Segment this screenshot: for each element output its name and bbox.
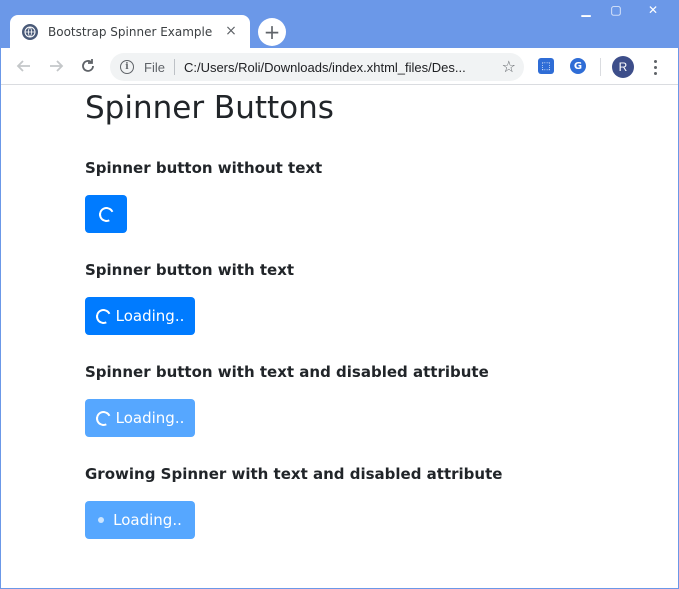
minimize-button[interactable]: ▁ — [571, 0, 601, 20]
profile-avatar[interactable]: R — [612, 56, 634, 78]
section-title-disabled: Spinner button with text and disabled at… — [85, 363, 489, 381]
grammar-extension-icon[interactable]: G — [570, 58, 586, 74]
spinner-border-icon — [93, 306, 113, 326]
section-title-no-text: Spinner button without text — [85, 159, 323, 177]
section-title-growing: Growing Spinner with text and disabled a… — [85, 465, 503, 483]
new-tab-button[interactable]: + — [258, 18, 286, 46]
back-arrow-icon[interactable] — [8, 50, 40, 82]
spinner-border-icon — [96, 204, 116, 224]
page-title: Spinner Buttons — [85, 90, 334, 126]
forward-arrow-icon[interactable] — [40, 50, 72, 82]
spinner-border-icon — [93, 408, 113, 428]
close-window-button[interactable]: ✕ — [631, 0, 675, 20]
spinner-button-disabled[interactable]: Loading.. — [85, 399, 195, 437]
file-chip: File — [144, 59, 165, 75]
button-label: Loading.. — [115, 307, 185, 325]
browser-menu-icon[interactable] — [648, 56, 662, 78]
button-label: Loading.. — [113, 511, 182, 529]
info-icon[interactable]: i — [120, 60, 134, 74]
extension-icon[interactable]: ⬚ — [538, 58, 554, 74]
growing-spinner-button-disabled[interactable]: Loading.. — [85, 501, 195, 539]
url-text[interactable]: C:/Users/Roli/Downloads/index.xhtml_file… — [184, 60, 489, 75]
section-title-with-text: Spinner button with text — [85, 261, 295, 279]
globe-icon — [22, 23, 38, 40]
spinner-grow-icon — [98, 517, 105, 523]
spinner-button-with-text[interactable]: Loading.. — [85, 297, 195, 335]
bookmark-star-icon[interactable]: ☆ — [502, 57, 516, 76]
button-label: Loading.. — [115, 409, 185, 427]
tab-close-icon[interactable]: × — [222, 22, 240, 40]
address-bar[interactable]: i File C:/Users/Roli/Downloads/index.xht… — [110, 53, 524, 81]
omnibox-separator — [173, 59, 175, 75]
tab-title: Bootstrap Spinner Example — [48, 24, 213, 39]
window-title-bar: ▁ ▢ ✕ Bootstrap Spinner Example × + — [0, 0, 679, 48]
browser-tab[interactable]: Bootstrap Spinner Example × — [10, 15, 250, 48]
window-controls: ▁ ▢ ✕ — [571, 0, 675, 22]
reload-icon[interactable] — [72, 50, 104, 82]
maximize-button[interactable]: ▢ — [601, 0, 631, 20]
toolbar-divider — [600, 58, 601, 76]
spinner-button-no-text[interactable] — [85, 195, 127, 233]
window-border-left — [0, 48, 1, 589]
